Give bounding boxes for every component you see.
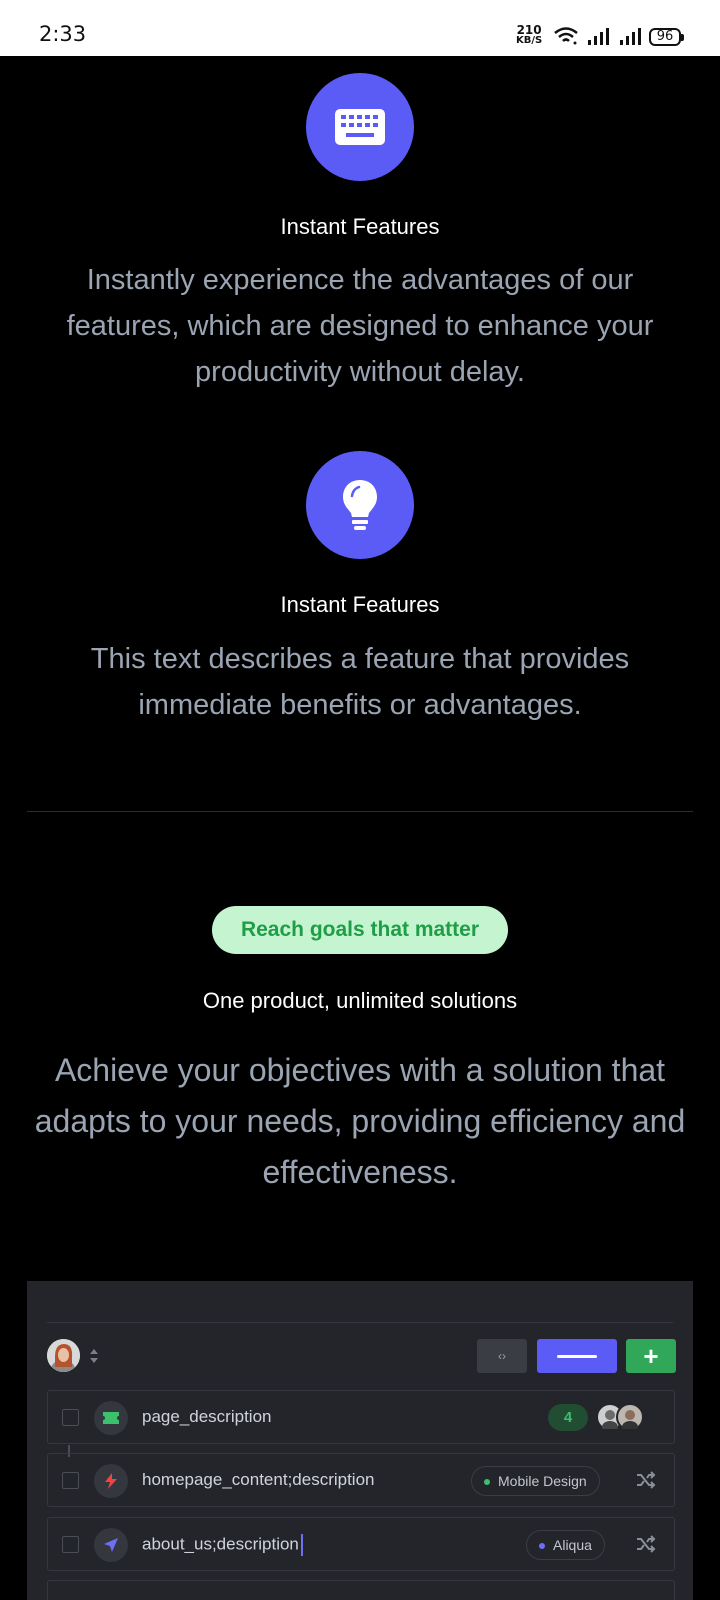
shuffle-icon[interactable] [636, 1471, 656, 1489]
feature-description-2: This text describes a feature that provi… [90, 643, 630, 721]
add-button[interactable]: + [626, 1339, 676, 1373]
tag-badge: Aliqua [526, 1530, 605, 1560]
keyboard-icon-circle [306, 73, 414, 181]
status-bar: 2:33 210 KB/S 96 [0, 0, 720, 56]
wifi-icon [554, 27, 578, 45]
row-label: homepage_content;description [142, 1470, 375, 1489]
goals-badge: Reach goals that matter [212, 906, 508, 954]
row-label-text: about_us;description [142, 1534, 299, 1554]
avatar [616, 1403, 644, 1433]
text-cursor [300, 1534, 303, 1556]
section-description: Achieve your objectives with a solution … [34, 1052, 686, 1190]
feature-title-2: Instant Features [280, 592, 440, 617]
network-speed: 210 KB/S [516, 23, 543, 46]
avatar[interactable] [47, 1339, 80, 1372]
status-time: 2:33 [39, 22, 87, 46]
bolt-icon [94, 1464, 128, 1498]
code-toggle-button[interactable]: ‹› [477, 1339, 527, 1373]
ticket-icon [94, 1401, 128, 1435]
list-item[interactable]: about_us;description Aliqua [47, 1517, 675, 1571]
list-item[interactable]: page_description 4 [47, 1390, 675, 1444]
keyboard-icon [335, 109, 385, 145]
section-title: One product, unlimited solutions [202, 988, 518, 1013]
list-item[interactable] [47, 1580, 675, 1600]
row-label[interactable]: about_us;description [142, 1534, 303, 1556]
primary-action-button[interactable] [537, 1339, 617, 1373]
panel-divider [47, 1322, 673, 1323]
signal-icon-2 [620, 28, 641, 45]
list-item[interactable]: homepage_content;description Mobile Desi… [47, 1453, 675, 1507]
lightbulb-icon [343, 480, 377, 530]
shuffle-icon[interactable] [636, 1535, 656, 1553]
feature-title: Instant Features [280, 214, 440, 239]
minus-icon [557, 1354, 597, 1358]
navigation-icon [94, 1528, 128, 1562]
feature-description: Instantly experience the advantages of o… [66, 264, 654, 388]
battery-indicator: 96 [649, 28, 684, 46]
row-checkbox[interactable] [62, 1536, 79, 1553]
row-checkbox[interactable] [62, 1472, 79, 1489]
section-divider [27, 811, 693, 812]
signal-icon [588, 28, 609, 45]
row-label: page_description [142, 1407, 272, 1426]
user-avatar-icon [47, 1339, 80, 1372]
tag-badge: Mobile Design [471, 1466, 600, 1496]
row-checkbox[interactable] [62, 1409, 79, 1426]
count-badge: 4 [548, 1404, 588, 1431]
sort-icon[interactable] [89, 1347, 99, 1365]
lightbulb-icon-circle [306, 451, 414, 559]
dashboard-preview: ‹› + page_description 4 homepage_content… [27, 1281, 693, 1600]
